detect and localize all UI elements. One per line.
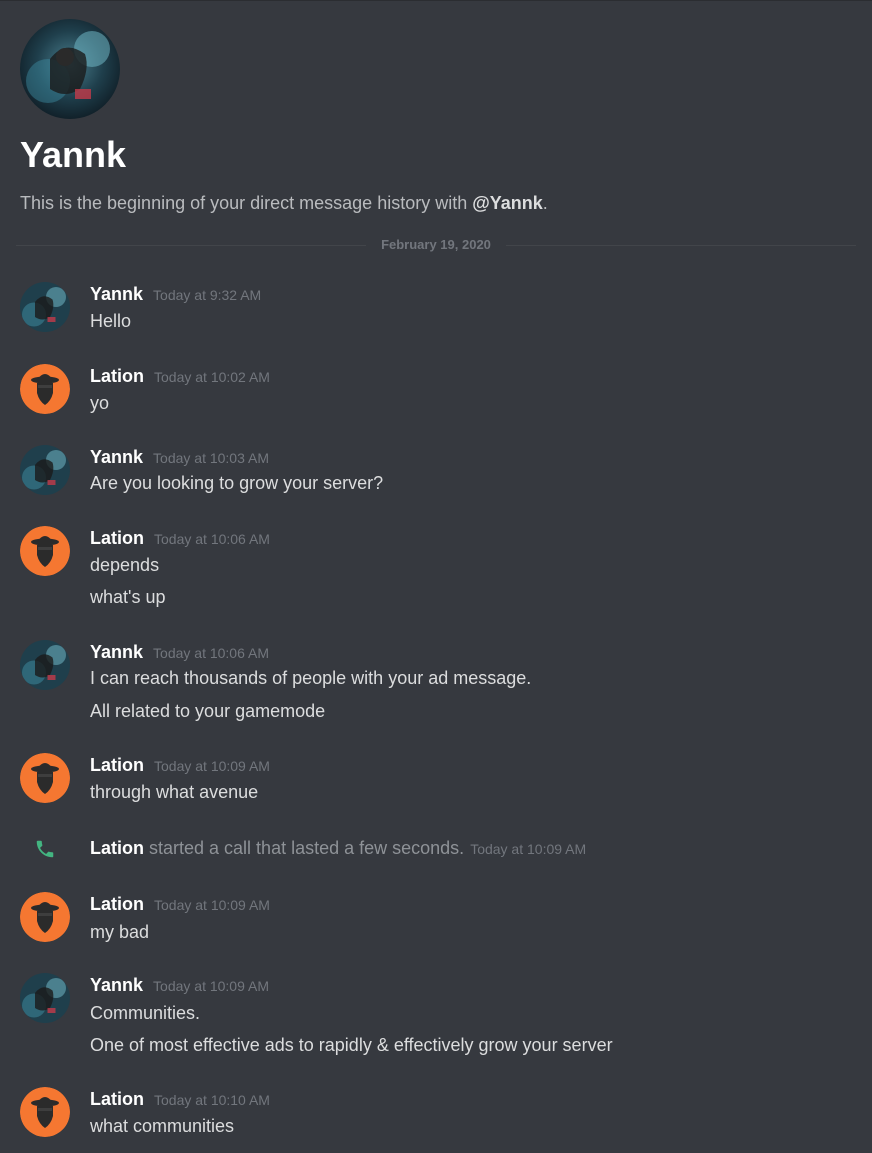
message-author[interactable]: Yannk Today at 10:03 AM	[90, 445, 269, 470]
message-text: One of most effective ads to rapidly & e…	[90, 1035, 613, 1055]
lation-avatar[interactable]	[20, 526, 70, 576]
lation-avatar[interactable]	[20, 892, 70, 942]
message-text: Communities.	[90, 1003, 201, 1023]
message-text: Hello	[90, 311, 132, 331]
message-author[interactable]: Yannk Today at 10:06 AM	[90, 640, 269, 665]
yannk-avatar[interactable]	[20, 445, 70, 495]
message-text: I can reach thousands of people with you…	[90, 668, 532, 688]
message-author[interactable]: Lation Today at 10:09 AM	[90, 753, 270, 778]
message-text: through what avenue	[90, 782, 259, 802]
author-name[interactable]: Yannk	[90, 642, 143, 662]
call-timestamp: Today at 10:09 AM	[470, 841, 587, 857]
author-name[interactable]: Lation	[90, 1089, 144, 1109]
dm-intro-text: This is the beginning of your direct mes…	[20, 191, 548, 215]
phone-icon	[36, 840, 54, 858]
yannk-avatar[interactable]	[20, 640, 70, 690]
dm-channel: Yannk This is the beginning of your dire…	[0, 0, 872, 1153]
message-timestamp: Today at 10:09 AM	[154, 897, 270, 913]
message-text: depends	[90, 555, 160, 575]
message-text: Are you looking to grow your server?	[90, 473, 384, 493]
yannk-avatar[interactable]	[20, 973, 70, 1023]
message-timestamp: Today at 9:32 AM	[153, 287, 262, 303]
author-name[interactable]: Lation	[90, 894, 144, 914]
author-name[interactable]: Lation	[90, 528, 144, 548]
message-author[interactable]: Lation Today at 10:06 AM	[90, 526, 270, 551]
user-mention[interactable]: @Yannk	[472, 193, 543, 213]
yannk-avatar-large[interactable]	[20, 19, 120, 119]
message-author[interactable]: Lation Today at 10:10 AM	[90, 1087, 270, 1112]
intro-prefix: This is the beginning of your direct mes…	[20, 193, 473, 213]
date-divider-label: February 19, 2020	[366, 236, 506, 254]
message-text: yo	[90, 393, 110, 413]
lation-avatar[interactable]	[20, 753, 70, 803]
message-timestamp: Today at 10:02 AM	[154, 369, 270, 385]
lation-avatar[interactable]	[20, 364, 70, 414]
message-author[interactable]: Lation Today at 10:02 AM	[90, 364, 270, 389]
call-text: Lation started a call that lasted a few …	[90, 836, 586, 861]
author-name[interactable]: Lation	[90, 755, 144, 775]
message-timestamp: Today at 10:03 AM	[153, 450, 269, 466]
page-title: Yannk	[20, 134, 127, 175]
message-timestamp: Today at 10:06 AM	[154, 531, 270, 547]
author-name[interactable]: Lation	[90, 366, 144, 386]
message-author[interactable]: Yannk Today at 9:32 AM	[90, 282, 261, 307]
call-description: started a call that lasted a few seconds…	[144, 838, 465, 858]
author-name[interactable]: Yannk	[90, 284, 143, 304]
message-timestamp: Today at 10:09 AM	[153, 978, 269, 994]
message-text: my bad	[90, 922, 150, 942]
yannk-avatar[interactable]	[20, 282, 70, 332]
message-text: what communities	[90, 1116, 235, 1136]
message-text: what's up	[90, 587, 166, 607]
lation-avatar[interactable]	[20, 1087, 70, 1137]
intro-suffix: .	[542, 193, 548, 213]
message-timestamp: Today at 10:06 AM	[153, 645, 269, 661]
message-text: All related to your gamemode	[90, 701, 326, 721]
author-name[interactable]: Yannk	[90, 975, 143, 995]
message-author[interactable]: Yannk Today at 10:09 AM	[90, 973, 269, 998]
call-author[interactable]: Lation	[90, 838, 144, 858]
message-author[interactable]: Lation Today at 10:09 AM	[90, 892, 270, 917]
author-name[interactable]: Yannk	[90, 447, 143, 467]
message-timestamp: Today at 10:10 AM	[154, 1092, 270, 1108]
message-timestamp: Today at 10:09 AM	[154, 758, 270, 774]
